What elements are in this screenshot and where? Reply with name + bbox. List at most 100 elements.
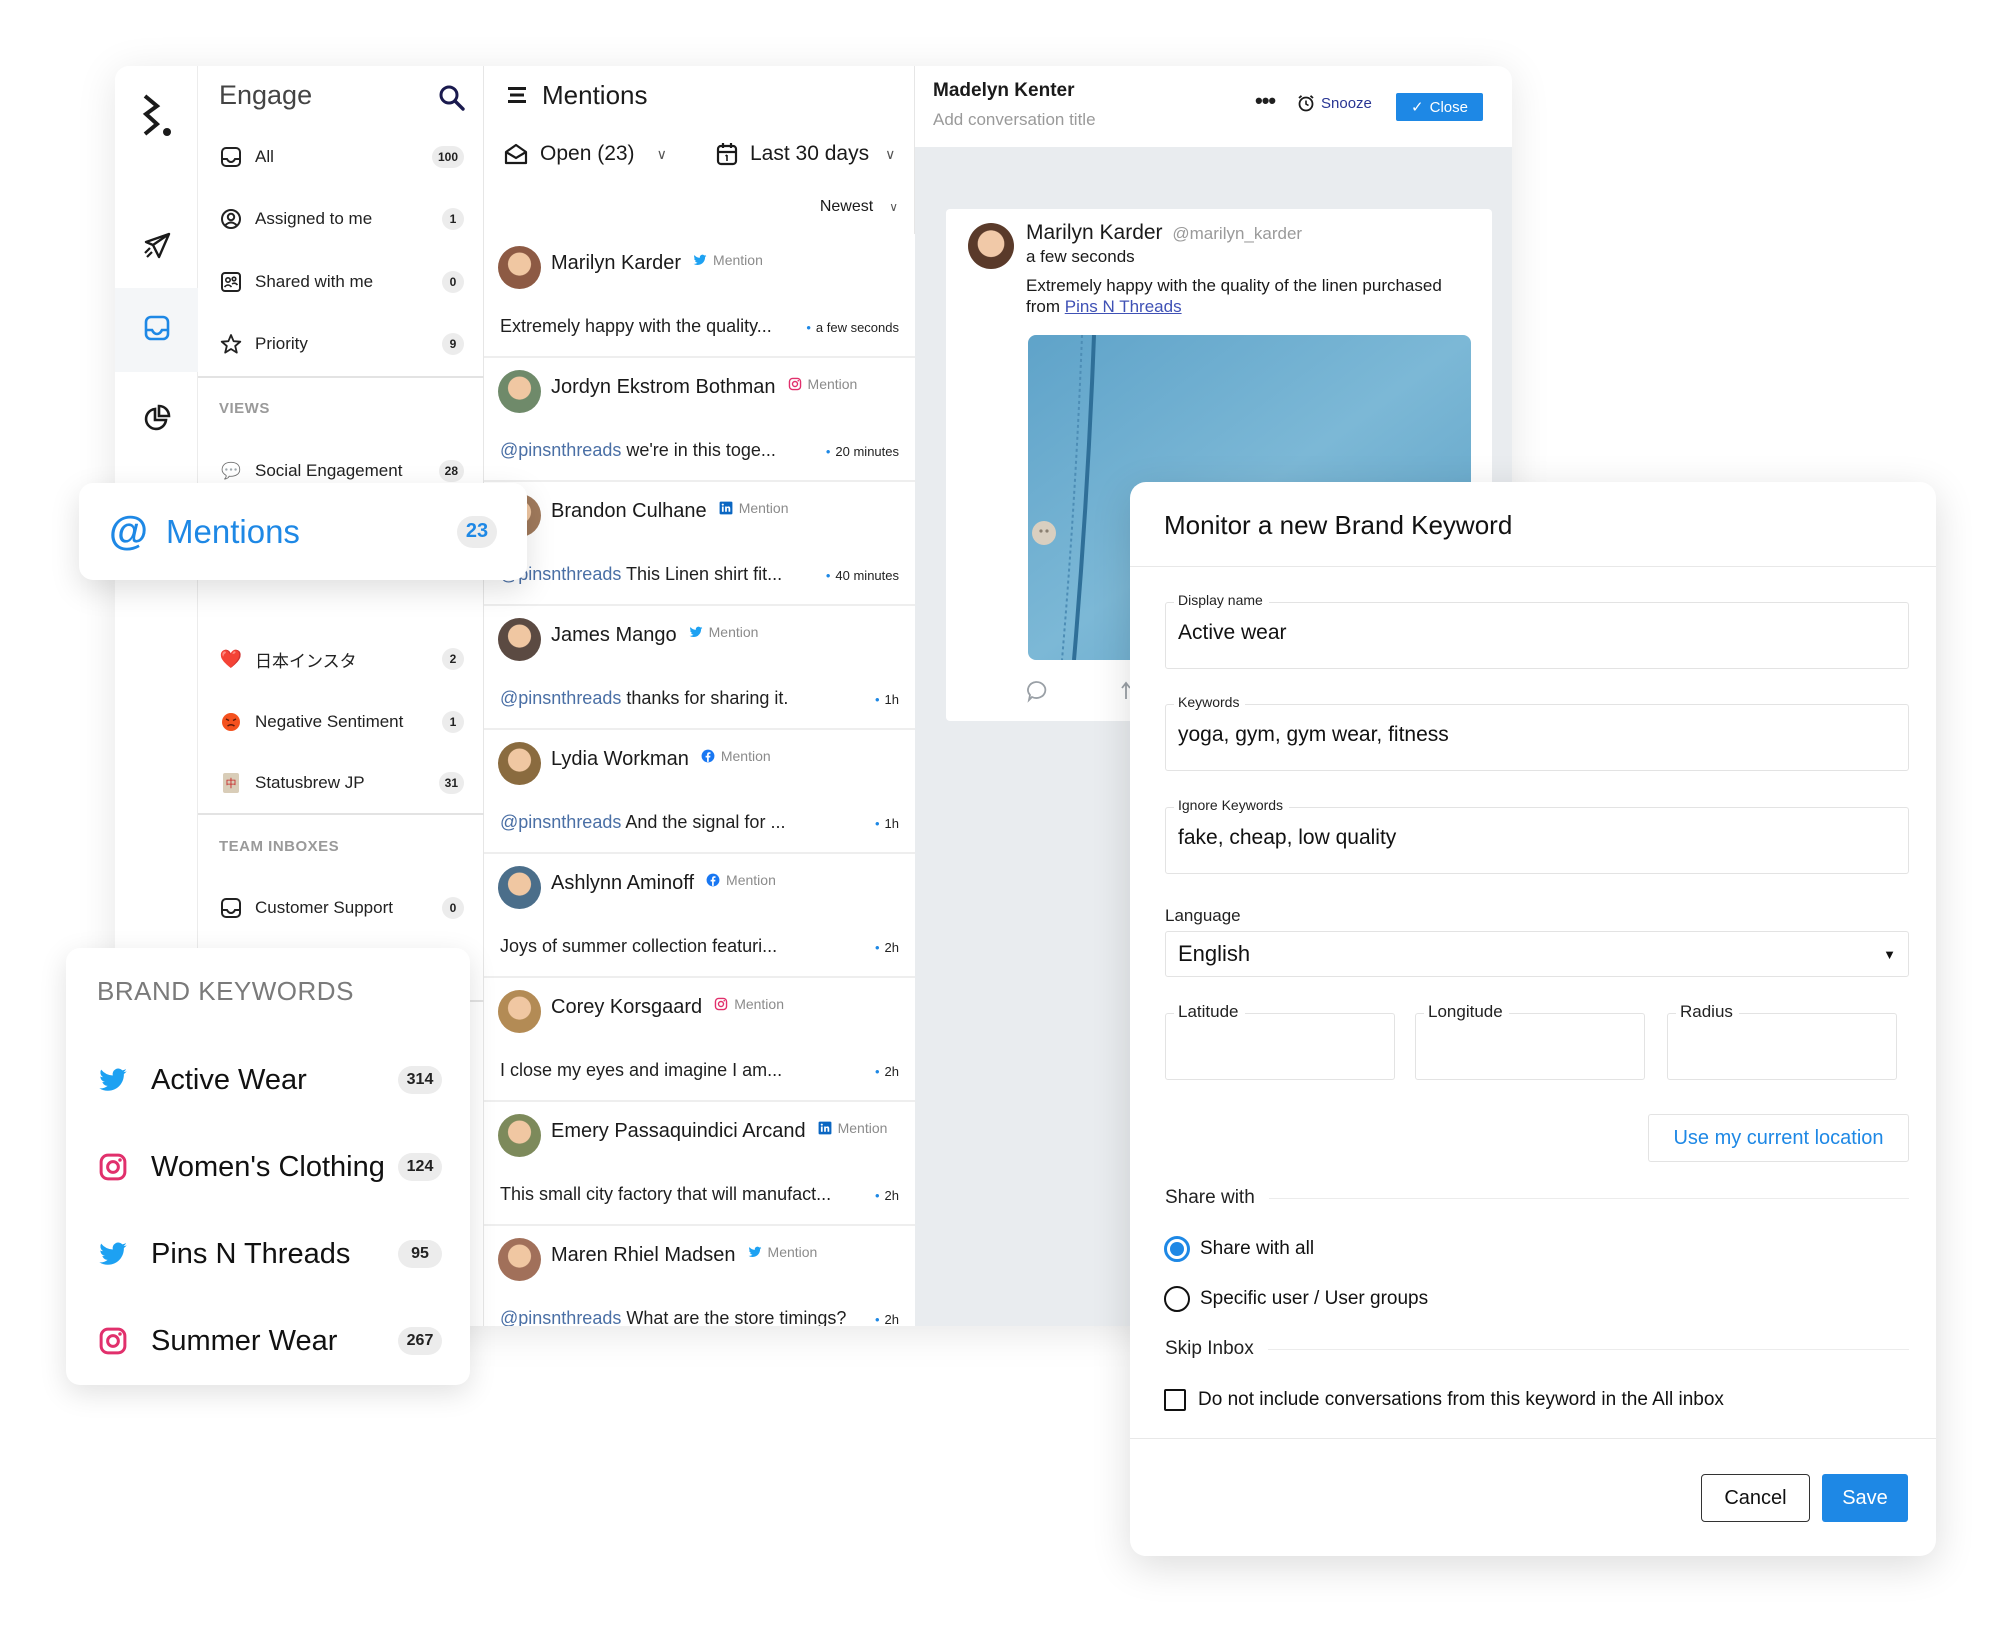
mention-source: Mention — [818, 1120, 887, 1136]
reply-icon[interactable] — [1024, 679, 1048, 708]
nav-item-statusbrew-jp[interactable]: 中 Statusbrew JP 31 — [219, 763, 464, 803]
mention-handle[interactable]: @pinsnthreads — [500, 812, 621, 832]
mention-list-item[interactable]: Brandon Culhane Mention @pinsnthreads This… — [484, 482, 915, 606]
author-name: Lydia Workman — [551, 748, 689, 770]
share-with-all-radio[interactable]: Share with all — [1164, 1236, 1314, 1262]
author-name: Jordyn Ekstrom Bothman — [551, 376, 776, 398]
rail-analytics-button[interactable] — [115, 378, 198, 462]
save-button[interactable]: Save — [1822, 1474, 1908, 1522]
date-filter-label: Last 30 days — [750, 142, 870, 165]
radius-field[interactable]: Radius — [1667, 1002, 1897, 1080]
mention-handle[interactable]: @pinsnthreads — [500, 1308, 621, 1326]
twitter-icon — [693, 253, 707, 267]
rail-publish-button[interactable] — [115, 206, 198, 290]
nav-item-customer-support[interactable]: Customer Support 0 — [219, 888, 464, 928]
divider — [198, 376, 484, 378]
count-badge: 0 — [442, 897, 464, 919]
display-name-input[interactable] — [1178, 621, 1846, 645]
mention-list-item[interactable]: James Mango Mention @pinsnthreads thanks f… — [484, 606, 915, 730]
keywords-field[interactable]: Keywords — [1165, 694, 1909, 771]
more-options-button[interactable]: ••• — [1255, 88, 1276, 114]
team-inboxes-section-title: TEAM INBOXES — [219, 838, 340, 855]
mention-time: 1h — [875, 692, 899, 707]
status-filter-dropdown[interactable]: Open (23) ∨ — [504, 142, 667, 166]
chevron-down-icon: ∨ — [889, 200, 898, 214]
ignore-keywords-label: Ignore Keywords — [1174, 797, 1290, 813]
count-badge: 314 — [398, 1066, 442, 1094]
conversation-title-input[interactable]: Add conversation title — [933, 110, 1096, 130]
mention-source: Mention — [689, 624, 758, 640]
nav-item-shared-with-me[interactable]: Shared with me 0 — [219, 262, 464, 302]
snooze-button[interactable]: Snooze — [1297, 94, 1372, 112]
cancel-button[interactable]: Cancel — [1701, 1474, 1810, 1522]
nav-item-negative-sentiment[interactable]: Negative Sentiment 1 — [219, 702, 464, 742]
mention-list-item[interactable]: Lydia Workman Mention @pinsnthreads And th… — [484, 730, 915, 854]
nav-item-assigned-to-me[interactable]: Assigned to me 1 — [219, 199, 464, 239]
mention-snippet: thanks for sharing it. — [621, 688, 789, 708]
sort-dropdown[interactable]: Newest ∨ — [820, 198, 898, 216]
specific-users-radio[interactable]: Specific user / User groups — [1164, 1286, 1428, 1312]
nav-item-priority[interactable]: Priority 9 — [219, 324, 464, 364]
envelope-open-icon — [504, 143, 528, 165]
brand-keyword-label: Pins N Threads — [151, 1237, 351, 1270]
mention-snippet: This small city factory that will manufa… — [500, 1184, 832, 1204]
mention-time: 1h — [875, 816, 899, 831]
mention-source: Mention — [714, 996, 784, 1012]
ignore-keywords-field[interactable]: Ignore Keywords — [1165, 797, 1909, 874]
radio-unselected-icon — [1164, 1286, 1190, 1312]
language-select[interactable]: English ▼ — [1165, 931, 1909, 977]
divider — [1130, 566, 1936, 567]
mention-source: Mention — [701, 748, 771, 764]
brand-keyword-item[interactable]: Summer Wear 267 — [97, 1316, 442, 1366]
brand-keywords-title: BRAND KEYWORDS — [97, 976, 354, 1006]
brand-keyword-item[interactable]: Active Wear 314 — [97, 1055, 442, 1105]
mention-time: 2h — [875, 1188, 899, 1203]
mention-list-item[interactable]: Emery Passaquindici Arcand Mention This sm… — [484, 1102, 915, 1226]
nav-item-label: Assigned to me — [255, 209, 373, 228]
close-conversation-button[interactable]: ✓ Close — [1396, 93, 1483, 121]
angry-face-icon — [219, 710, 243, 734]
mention-handle[interactable]: @pinsnthreads — [500, 440, 621, 460]
mention-list-item[interactable]: Jordyn Ekstrom Bothman Mention @pinsnthrea… — [484, 358, 915, 482]
mention-time: 2h — [875, 1312, 899, 1326]
checkbox-label: Do not include conversations from this k… — [1198, 1389, 1724, 1410]
mentions-view-card[interactable]: @ Mentions 23 — [79, 483, 527, 580]
longitude-field[interactable]: Longitude — [1415, 1002, 1645, 1080]
date-filter-dropdown[interactable]: Last 30 days ∨ — [716, 142, 895, 166]
skip-inbox-checkbox[interactable]: Do not include conversations from this k… — [1164, 1389, 1724, 1411]
nav-item-japan-insta[interactable]: ❤️ 日本インスタ 2 — [219, 639, 464, 679]
display-name-field[interactable]: Display name — [1165, 592, 1909, 669]
nav-item-all[interactable]: All 100 — [219, 137, 464, 177]
search-icon[interactable] — [438, 84, 466, 117]
calendar-icon — [716, 142, 738, 166]
author-name: Maren Rhiel Madsen — [551, 1244, 736, 1266]
mention-list-item[interactable]: Marilyn Karder Mention Extremely happy wit… — [484, 234, 915, 358]
conversation-topbar: Madelyn Kenter Add conversation title ••… — [915, 66, 1512, 147]
mention-list-item[interactable]: Ashlynn Aminoff Mention Joys of summer col… — [484, 854, 915, 978]
nav-item-label: Statusbrew JP — [255, 773, 365, 792]
post-handle[interactable]: @marilyn_karder — [1172, 224, 1302, 243]
rail-engage-button[interactable] — [115, 288, 198, 372]
avatar — [498, 246, 541, 289]
logo-icon[interactable] — [137, 92, 177, 142]
menu-icon[interactable] — [508, 80, 528, 111]
radius-label: Radius — [1676, 1002, 1739, 1022]
mention-handle[interactable]: @pinsnthreads — [500, 688, 621, 708]
brand-keyword-item[interactable]: Pins N Threads 95 — [97, 1229, 442, 1279]
mention-type: Mention — [767, 1244, 818, 1260]
brand-link[interactable]: Pins N Threads — [1065, 297, 1182, 316]
mention-list-item[interactable]: Corey Korsgaard Mention I close my eyes an… — [484, 978, 915, 1102]
brand-keyword-item[interactable]: Women's Clothing 124 — [97, 1142, 442, 1192]
keywords-input[interactable] — [1178, 723, 1846, 747]
mention-type: Mention — [726, 872, 776, 888]
shared-users-icon — [219, 270, 243, 294]
mentions-panel: Mentions Open (23) ∨ Last 30 days ∨ Newe… — [484, 66, 915, 1326]
ignore-keywords-input[interactable] — [1178, 826, 1846, 850]
mention-source: Mention — [693, 252, 763, 268]
mention-list-item[interactable]: Maren Rhiel Madsen Mention @pinsnthreads W… — [484, 1226, 915, 1326]
use-current-location-button[interactable]: Use my current location — [1648, 1114, 1909, 1162]
mention-type: Mention — [734, 996, 784, 1012]
mention-type: Mention — [807, 376, 858, 392]
latitude-field[interactable]: Latitude — [1165, 1002, 1395, 1080]
share-with-heading: Share with — [1165, 1187, 1909, 1209]
